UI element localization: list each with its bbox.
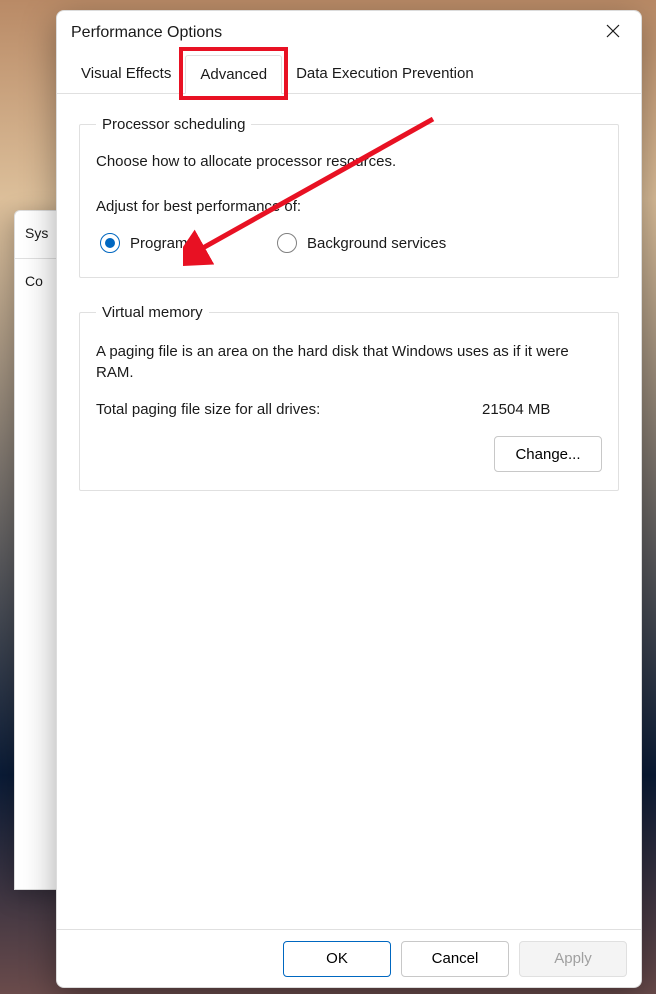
virtual-memory-legend: Virtual memory (96, 304, 209, 321)
paging-total-label: Total paging file size for all drives: (96, 401, 482, 418)
processor-scheduling-help: Choose how to allocate processor resourc… (96, 153, 602, 170)
tab-dep[interactable]: Data Execution Prevention (282, 55, 488, 93)
close-button[interactable] (591, 13, 635, 53)
radio-background-services[interactable]: Background services (277, 233, 446, 253)
processor-scheduling-group: Processor scheduling Choose how to alloc… (79, 116, 619, 278)
change-button[interactable]: Change... (494, 436, 602, 472)
tab-strip: Visual Effects Advanced Data Execution P… (57, 55, 641, 94)
tab-visual-effects[interactable]: Visual Effects (67, 55, 185, 93)
cancel-button[interactable]: Cancel (401, 941, 509, 977)
radio-programs-label: Programs (130, 235, 195, 252)
performance-options-dialog: Performance Options Visual Effects Advan… (56, 10, 642, 988)
tab-advanced[interactable]: Advanced (185, 55, 282, 94)
radio-icon (100, 233, 120, 253)
radio-programs[interactable]: Programs (100, 233, 195, 253)
radio-icon (277, 233, 297, 253)
ok-button[interactable]: OK (283, 941, 391, 977)
titlebar: Performance Options (57, 11, 641, 55)
adjust-label: Adjust for best performance of: (96, 198, 602, 215)
apply-button[interactable]: Apply (519, 941, 627, 977)
processor-scheduling-legend: Processor scheduling (96, 116, 251, 133)
radio-background-label: Background services (307, 235, 446, 252)
paging-total-value: 21504 MB (482, 401, 602, 418)
window-title: Performance Options (71, 24, 591, 42)
dialog-body: Processor scheduling Choose how to alloc… (57, 94, 641, 929)
dialog-footer: OK Cancel Apply (57, 929, 641, 987)
close-icon (606, 24, 620, 42)
virtual-memory-desc: A paging file is an area on the hard dis… (96, 341, 602, 383)
virtual-memory-group: Virtual memory A paging file is an area … (79, 304, 619, 491)
